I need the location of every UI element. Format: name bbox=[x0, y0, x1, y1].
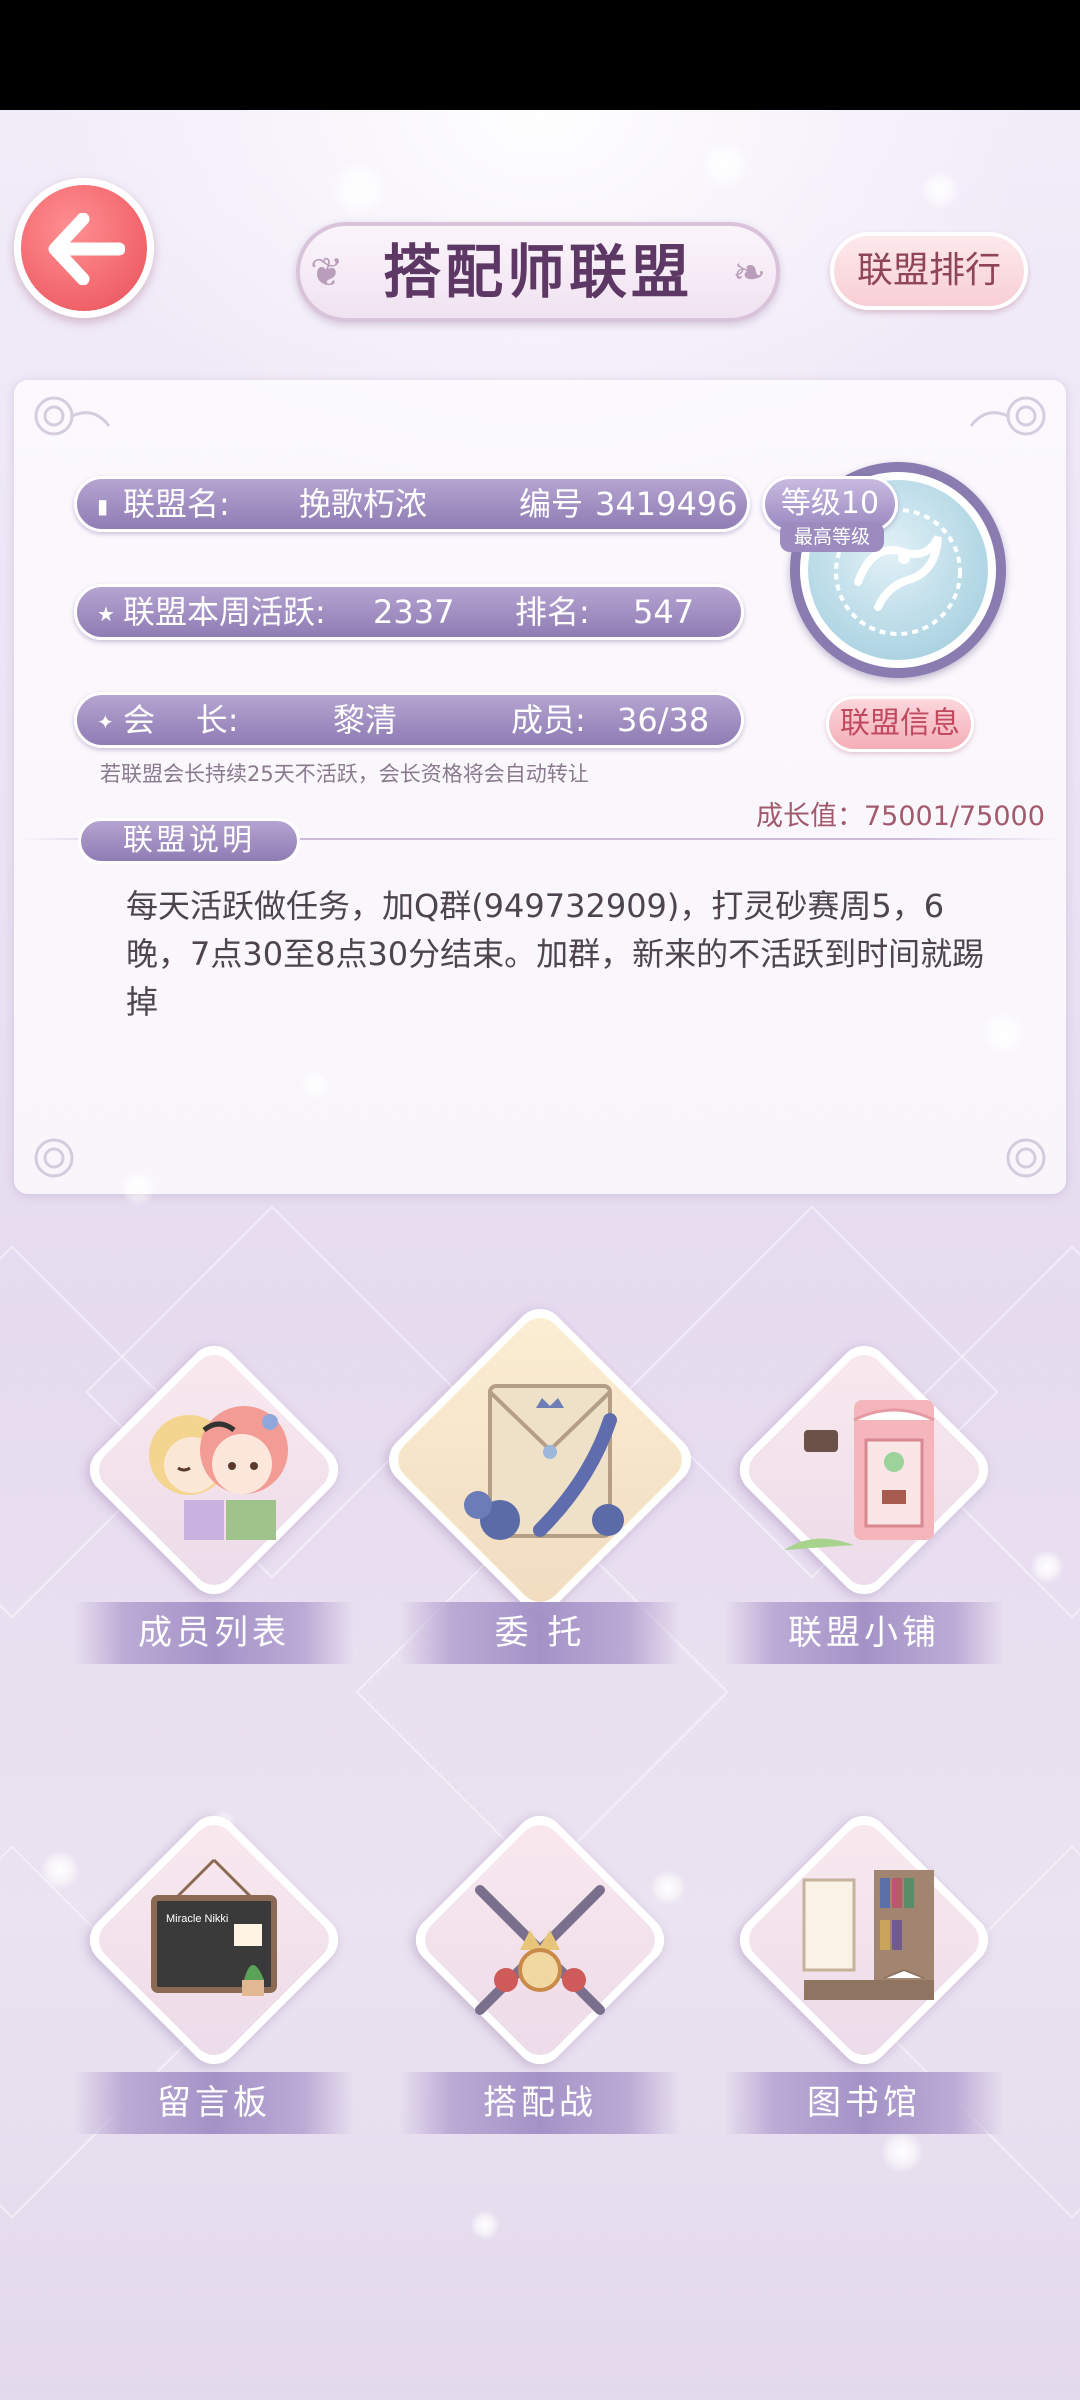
alliance-name-label: 联盟名: bbox=[123, 485, 230, 523]
growth-value: 成长值：75001/75000 bbox=[756, 801, 1045, 832]
leader-transfer-notice: 若联盟会长持续25天不活跃，会长资格将会自动转让 bbox=[100, 762, 589, 786]
crossed-swords-icon bbox=[475, 1885, 605, 2015]
styling-battle-tile[interactable]: 搭配战 bbox=[400, 1805, 680, 2170]
alliance-id: 3419496 bbox=[595, 485, 738, 523]
rank-value: 547 bbox=[633, 593, 695, 631]
members-label: 成员: bbox=[511, 701, 586, 739]
alliance-id-label: 编号 bbox=[519, 485, 584, 523]
status-bar bbox=[0, 0, 1080, 110]
rank-label: 排名: bbox=[515, 593, 590, 631]
alliance-name-row: ▮ 联盟名: 挽歌朽浓 编号 3419496 bbox=[74, 476, 750, 532]
rose-corner-icon bbox=[34, 1138, 74, 1178]
leader-label: 会 长: bbox=[123, 701, 239, 739]
page-title-banner: ❦ ❧ 搭配师联盟 bbox=[296, 222, 780, 322]
members-count: 36/38 bbox=[617, 701, 710, 739]
rose-corner-icon bbox=[969, 396, 1046, 436]
commission-tile[interactable]: 委 托 bbox=[378, 1298, 702, 1700]
library-tile[interactable]: 图书馆 bbox=[724, 1805, 1004, 2170]
leader-row: ✦ 会 长: 黎清 成员: 36/38 bbox=[74, 692, 744, 748]
alliance-shop-tile[interactable]: 联盟小铺 bbox=[724, 1335, 1004, 1700]
star-icon: ★ bbox=[97, 602, 115, 626]
alliance-ranking-button[interactable]: 联盟排行 bbox=[830, 232, 1028, 310]
weekly-activity-row: ★ 联盟本周活跃: 2337 排名: 547 bbox=[74, 584, 744, 640]
alliance-name: 挽歌朽浓 bbox=[299, 485, 428, 523]
description-text: 每天活跃做任务，加Q群(949732909)，打灵砂赛周5，6晚，7点30至8点… bbox=[126, 887, 985, 1021]
message-board-label: 留言板 bbox=[74, 2072, 354, 2134]
weekly-activity-label: 联盟本周活跃: bbox=[123, 593, 326, 631]
commission-label: 委 托 bbox=[400, 1602, 680, 1664]
rose-corner-icon bbox=[1006, 1138, 1046, 1178]
styling-battle-label: 搭配战 bbox=[400, 2072, 680, 2134]
chalkboard-icon: Miracle Nikki bbox=[151, 1858, 277, 1996]
max-level-badge: 最高等级 bbox=[780, 522, 884, 552]
alliance-shop-label: 联盟小铺 bbox=[724, 1602, 1004, 1664]
book-icon: ▮ bbox=[97, 494, 109, 518]
message-board-tile[interactable]: Miracle Nikki 留言板 bbox=[74, 1805, 354, 2170]
shop-storefront-icon bbox=[784, 1400, 935, 1550]
arrow-left-icon bbox=[48, 213, 125, 285]
library-label: 图书馆 bbox=[724, 2072, 1004, 2134]
member-list-tile[interactable]: 成员列表 bbox=[74, 1335, 354, 1700]
members-portrait-icon bbox=[149, 1406, 288, 1540]
rose-corner-icon bbox=[34, 396, 111, 436]
leader-name: 黎清 bbox=[333, 701, 398, 739]
description-tag: 联盟说明 bbox=[78, 818, 300, 864]
alliance-info-button[interactable]: 联盟信息 bbox=[826, 696, 974, 752]
board-writing: Miracle Nikki bbox=[166, 1913, 228, 1925]
library-bookshelf-icon bbox=[802, 1870, 934, 2000]
back-button[interactable] bbox=[14, 178, 154, 318]
page-title: 搭配师联盟 bbox=[382, 238, 693, 306]
sparkle-icon: ✦ bbox=[97, 710, 114, 734]
envelope-quill-icon bbox=[464, 1384, 624, 1540]
weekly-activity-value: 2337 bbox=[373, 593, 455, 631]
member-list-label: 成员列表 bbox=[74, 1602, 354, 1664]
